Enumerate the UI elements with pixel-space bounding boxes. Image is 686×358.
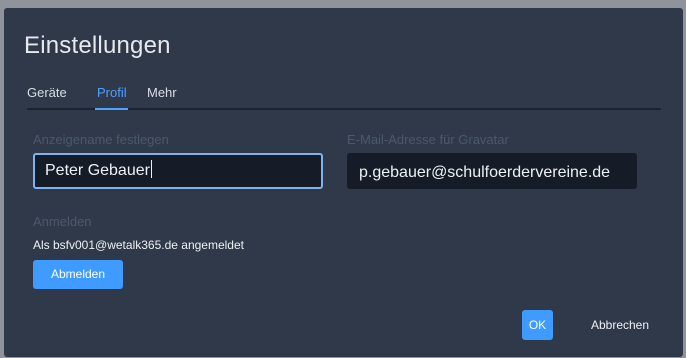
email-value: p.gebauer@schulfoerdervereine.de [359,164,611,181]
email-label: E-Mail-Adresse für Gravatar [347,132,509,147]
ok-button[interactable]: OK [522,310,553,340]
login-status-text: Als bsfv001@wetalk365.de angemeldet [33,238,244,252]
active-tab-indicator [95,108,128,110]
logout-button[interactable]: Abmelden [33,260,123,289]
settings-dialog: Einstellungen Geräte Profil Mehr Anzeige… [4,8,683,357]
display-name-label: Anzeigename festlegen [33,132,169,147]
tab-devices[interactable]: Geräte [27,85,67,100]
tab-bar: Geräte Profil Mehr [27,82,661,110]
cancel-button[interactable]: Abbrechen [581,310,659,340]
login-section-label: Anmelden [33,214,92,229]
text-caret [150,160,152,178]
display-name-input[interactable]: Peter Gebauer [33,153,323,189]
gravatar-email-input[interactable]: p.gebauer@schulfoerdervereine.de [347,153,637,189]
tab-profile[interactable]: Profil [97,85,127,100]
display-name-value: Peter Gebauer [45,162,150,179]
tab-more[interactable]: Mehr [147,85,177,100]
dialog-title: Einstellungen [24,32,171,59]
